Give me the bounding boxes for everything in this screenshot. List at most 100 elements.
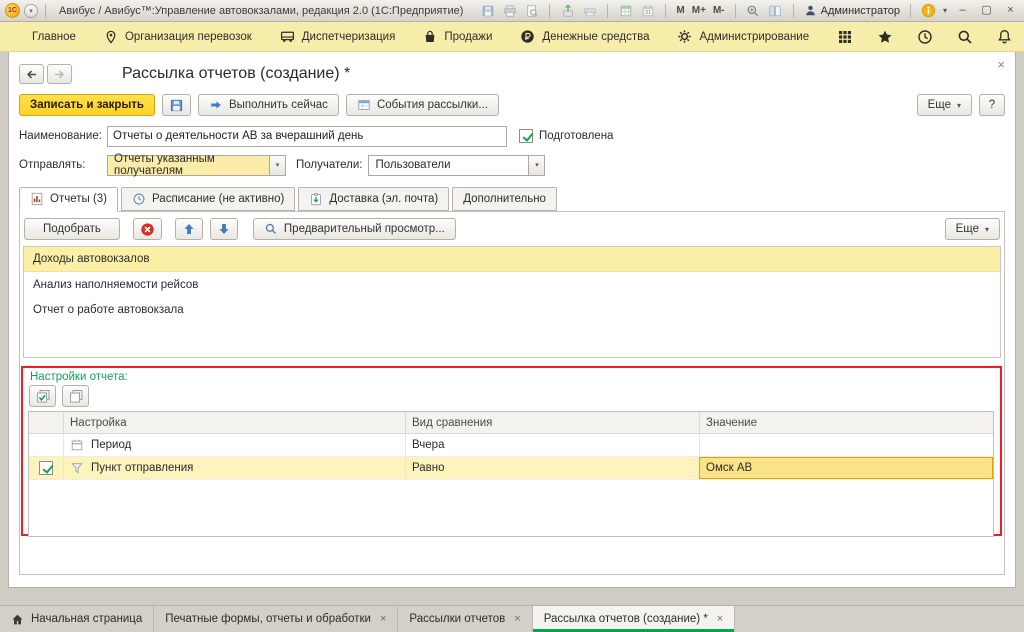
home-icon [11,613,24,626]
report-row[interactable]: Отчет о работе автовокзала [24,297,1000,322]
memory-subtract-button[interactable]: M- [713,5,725,16]
user-name-label: Администратор [821,5,900,17]
workspace: × Рассылка отчетов (создание) * Записать… [0,52,1024,605]
report-row[interactable]: Анализ наполняемости рейсов [24,272,1000,297]
search-icon[interactable] [957,29,973,45]
report-row[interactable]: Доходы автовокзалов [24,247,1000,272]
prepared-label: Подготовлена [539,130,613,142]
divider [45,4,46,18]
favorites-star-icon[interactable] [877,29,893,45]
save-button[interactable] [162,94,191,116]
tab-schedule[interactable]: Расписание (не активно) [121,187,295,211]
memory-add-button[interactable]: M+ [692,5,706,16]
open-windows-tabbar: Начальная страница Печатные формы, отчет… [0,605,1024,632]
settings-table: Настройка Вид сравнения Значение Период … [28,411,994,537]
setting-name: Пункт отправления [91,462,193,474]
tab-printed-forms[interactable]: Печатные формы, отчеты и обработки × [154,606,398,632]
magnifier-icon [264,222,278,236]
history-icon[interactable] [917,29,933,45]
settings-header-row: Настройка Вид сравнения Значение [29,412,993,434]
reports-tab-panel: Подобрать Предварительный просмотр... Ещ… [19,211,1005,575]
setting-column-header: Настройка [63,412,405,433]
recipients-select[interactable]: Пользователи ▾ [368,155,545,176]
memory-store-button[interactable]: M [676,5,684,16]
delete-report-button[interactable] [133,218,162,240]
chevron-down-icon: ▾ [985,225,989,234]
split-view-icon[interactable] [768,3,783,18]
apps-grid-icon[interactable] [837,29,853,45]
send-mode-select[interactable]: Отчеты указанным получателям ▾ [107,155,286,176]
mailing-form-panel: × Рассылка отчетов (создание) * Записать… [8,52,1016,588]
settings-row-departure-point[interactable]: Пункт отправления Равно Омск АВ [29,457,993,480]
name-input[interactable] [107,126,507,147]
window-titlebar: 1С ▾ Авибус / Авибус™:Управление автовок… [0,0,1024,22]
list-more-button[interactable]: Еще ▾ [945,218,1000,240]
uncheck-all-button[interactable] [62,385,89,407]
chevron-down-icon: ▾ [957,101,961,110]
move-down-button[interactable] [210,218,238,240]
tab-delivery[interactable]: Доставка (эл. почта) [298,187,449,211]
menu-item-administration[interactable]: Администрирование [677,29,809,44]
table-icon[interactable] [618,3,633,18]
ruble-icon [520,29,535,44]
help-button[interactable]: ? [979,94,1005,116]
more-button[interactable]: Еще▾ [917,94,972,116]
menu-item-cash[interactable]: Денежные средства [520,29,649,44]
setting-value-active-cell[interactable]: Омск АВ [699,457,993,479]
divider [607,4,608,18]
menu-item-transport-org[interactable]: Организация перевозок [104,30,252,44]
row-checkbox[interactable] [39,461,53,475]
run-now-button[interactable]: Выполнить сейчас [198,94,339,116]
tab-close-icon[interactable]: × [514,613,520,625]
prepared-checkbox[interactable] [519,129,533,143]
mailing-events-button[interactable]: События рассылки... [346,94,499,116]
tab-label: Отчеты (3) [50,193,107,205]
send-icon[interactable] [560,3,575,18]
tab-close-icon[interactable]: × [380,613,386,625]
chevron-down-icon[interactable]: ▾ [528,155,545,176]
close-button[interactable]: × [1002,3,1019,18]
print-icon[interactable] [502,3,517,18]
system-menu-dropdown[interactable]: ▾ [24,4,38,18]
more-label: Еще [956,223,979,235]
save-and-close-button[interactable]: Записать и закрыть [19,94,155,116]
tab-home-page[interactable]: Начальная страница [0,606,154,632]
form-close-icon[interactable]: × [997,59,1005,71]
save-icon[interactable] [480,3,495,18]
setting-value[interactable] [699,434,993,456]
divider [549,4,550,18]
maximize-button[interactable]: ▢ [978,3,995,18]
print-preview-icon[interactable] [524,3,539,18]
map-pin-icon [104,30,118,44]
current-user[interactable]: Администратор [804,4,900,17]
menu-item-dispatching[interactable]: Диспетчеризация [280,29,396,44]
menu-item-sales[interactable]: Продажи [423,30,492,44]
check-all-button[interactable] [29,385,56,407]
back-button[interactable] [19,64,44,84]
move-up-button[interactable] [175,218,203,240]
info-icon[interactable] [921,3,936,18]
settings-row-period[interactable]: Период Вчера [29,434,993,457]
tab-mailing-creation[interactable]: Рассылка отчетов (создание) * × [533,606,736,632]
print-settings-icon[interactable] [582,3,597,18]
floppy-icon [169,98,184,113]
menu-item-main[interactable]: Главное [32,31,76,43]
tab-reports[interactable]: Отчеты (3) [19,187,118,212]
minimize-button[interactable]: – [954,3,971,18]
info-dropdown-icon[interactable]: ▾ [943,6,947,15]
pick-reports-button[interactable]: Подобрать [24,218,120,240]
zoom-icon[interactable] [746,3,761,18]
menu-label: Диспетчеризация [302,31,396,43]
preview-button[interactable]: Предварительный просмотр... [253,218,456,240]
tab-report-mailings[interactable]: Рассылки отчетов × [398,606,532,632]
tab-additional[interactable]: Дополнительно [452,187,557,211]
arrow-left-icon [25,68,38,81]
chevron-down-icon[interactable]: ▾ [269,155,286,176]
setting-comparison[interactable]: Равно [405,457,699,479]
report-icon [30,192,44,206]
setting-comparison[interactable]: Вчера [405,434,699,456]
calendar-icon[interactable]: 31 [640,3,655,18]
forward-button[interactable] [47,64,72,84]
tab-close-icon[interactable]: × [717,613,723,625]
notifications-bell-icon[interactable] [997,29,1012,44]
